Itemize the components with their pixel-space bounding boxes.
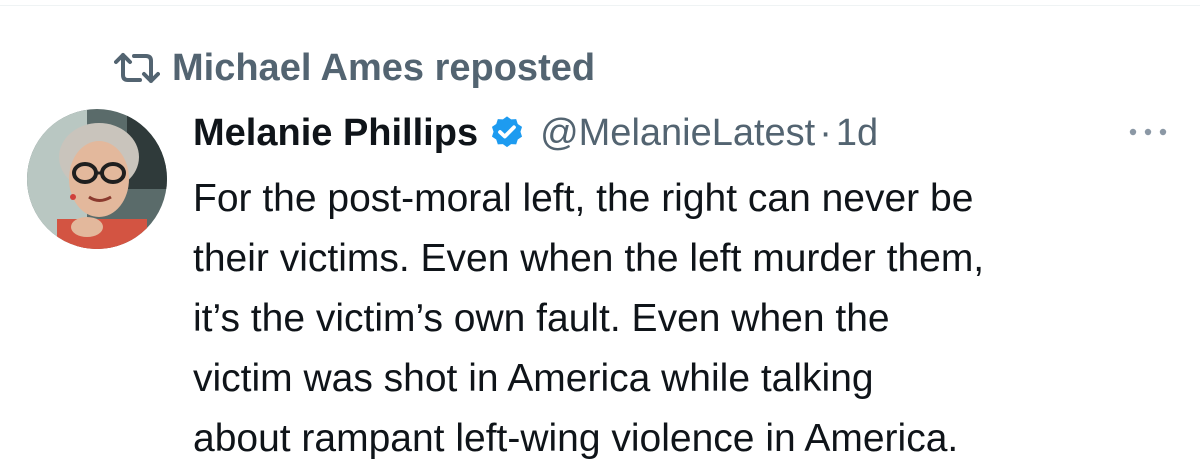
top-divider bbox=[0, 5, 1200, 6]
author-avatar[interactable] bbox=[27, 109, 167, 249]
tweet-header: Melanie Phillips @MelanieLatest · 1d bbox=[193, 107, 878, 159]
author-display-name[interactable]: Melanie Phillips bbox=[193, 107, 478, 159]
tweet-text-line: their victims. Even when the left murder… bbox=[193, 237, 985, 280]
more-options-icon[interactable] bbox=[1124, 122, 1172, 142]
repost-icon bbox=[114, 48, 172, 88]
tweet-text-line: about rampant left-wing violence in Amer… bbox=[193, 417, 959, 460]
tweet-timestamp[interactable]: 1d bbox=[836, 107, 878, 159]
tweet-text-line: For the post-moral left, the right can n… bbox=[193, 177, 974, 220]
separator-dot: · bbox=[819, 112, 832, 154]
verified-badge-icon[interactable] bbox=[488, 113, 528, 153]
tweet-text: For the post-moral left, the right can n… bbox=[193, 169, 1183, 469]
tweet-text-line: victim was shot in America while talking bbox=[193, 357, 874, 400]
repost-label: Michael Ames reposted bbox=[172, 47, 596, 89]
repost-context[interactable]: Michael Ames reposted bbox=[114, 44, 595, 92]
tweet-text-line: it’s the victim’s own fault. Even when t… bbox=[193, 297, 890, 340]
author-handle[interactable]: @MelanieLatest bbox=[540, 107, 815, 159]
